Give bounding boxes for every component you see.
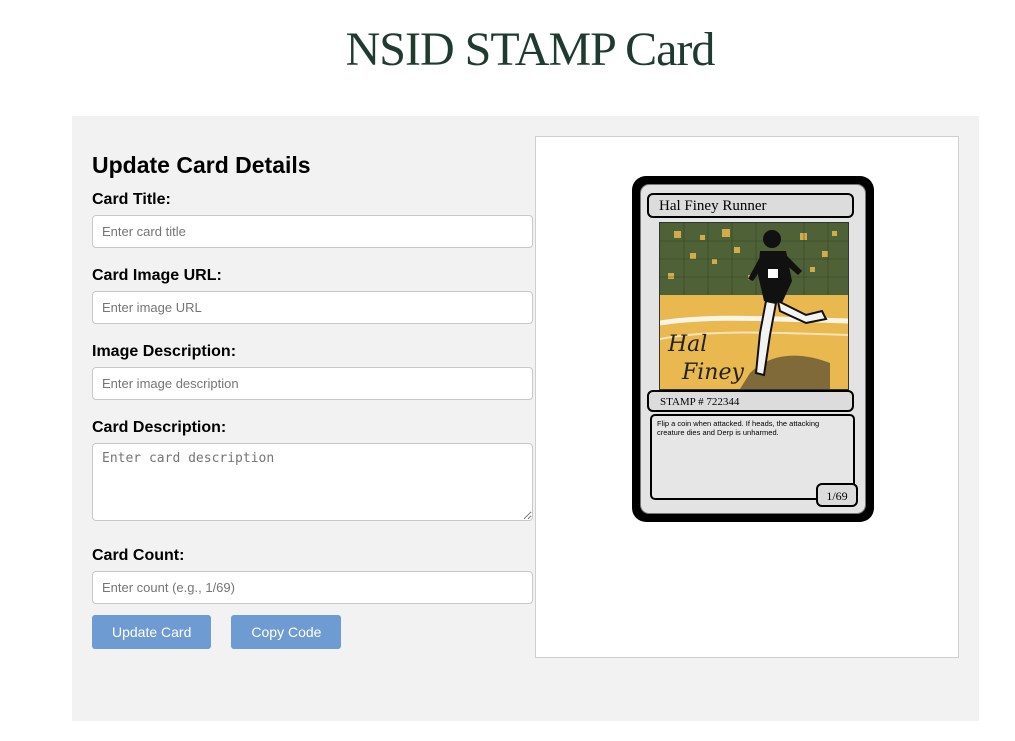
card-stamp-number: STAMP # 722344 — [647, 390, 854, 412]
image-signature-finey: Finey — [681, 360, 744, 385]
card-count-input[interactable] — [92, 571, 533, 604]
card-count-badge: 1/69 — [816, 483, 858, 507]
card-preview: Hal Finey Runner Hal Finey STAMP # 72234… — [535, 136, 959, 658]
stamp-card: Hal Finey Runner Hal Finey STAMP # 72234… — [632, 176, 874, 522]
editor-panel: Update Card Details Card Title: Card Ima… — [72, 116, 979, 721]
card-description-textarea[interactable] — [92, 443, 533, 521]
card-title-label: Card Title: — [92, 191, 171, 208]
card-title: Hal Finey Runner — [647, 193, 854, 218]
card-title-input[interactable] — [92, 215, 533, 248]
card-image-url-label: Card Image URL: — [92, 267, 222, 284]
update-card-button[interactable]: Update Card — [92, 615, 212, 649]
runner-illustration: Hal Finey — [660, 223, 848, 389]
card-image-url-input[interactable] — [92, 291, 533, 324]
card-image: Hal Finey — [659, 222, 849, 390]
button-row: Update Card Copy Code — [92, 615, 533, 649]
page-title: NSID STAMP Card — [345, 23, 716, 76]
card-inner-frame: Hal Finey Runner Hal Finey STAMP # 72234… — [640, 184, 866, 514]
form-heading: Update Card Details — [92, 152, 311, 178]
image-signature-hal: Hal — [667, 332, 707, 357]
image-description-input[interactable] — [92, 367, 533, 400]
card-count-label: Card Count: — [92, 547, 185, 564]
copy-code-button[interactable]: Copy Code — [231, 615, 342, 649]
card-form: Update Card Details Card Title: Card Ima… — [92, 152, 533, 649]
image-description-label: Image Description: — [92, 343, 237, 360]
card-description-label: Card Description: — [92, 419, 227, 436]
